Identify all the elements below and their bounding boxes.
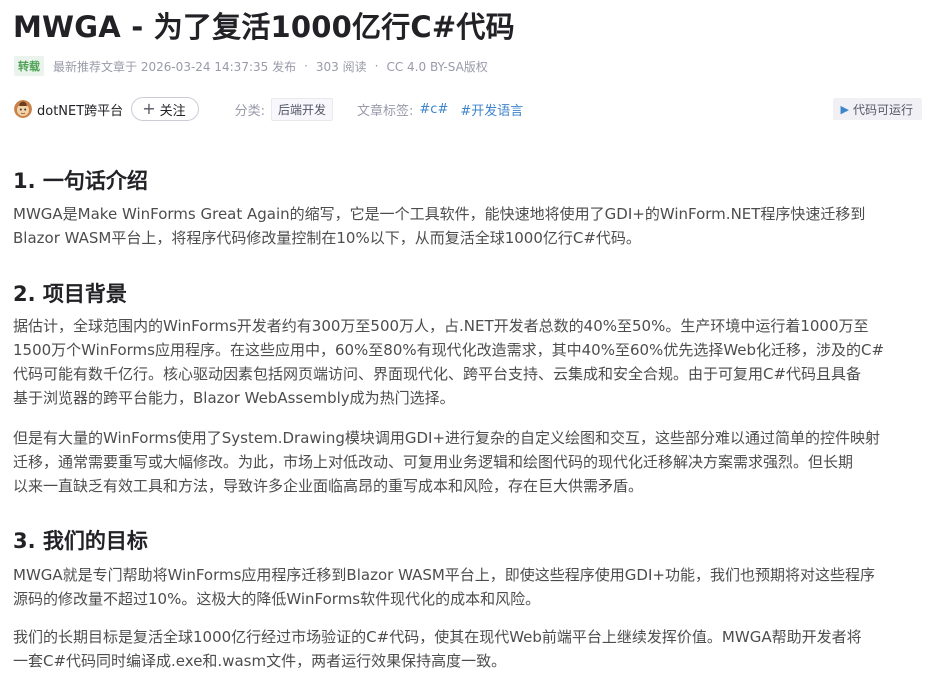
article-page: MWGA - 为了复活1000亿行C#代码 转载 最新推荐文章于 2026-03… bbox=[0, 0, 930, 681]
paragraph-line: 源码的修改量不超过10%。这极大的降低WinForms软件现代化的成本和风险。 bbox=[13, 590, 541, 608]
paragraph-line: Blazor WASM平台上，将程序代码修改量控制在10%以下，从而复活全球10… bbox=[13, 229, 641, 247]
run-code-label: 代码可运行 bbox=[852, 102, 913, 117]
paragraph-line: 迁移，通常需要重写或大幅修改。为此，市场上对低改动、可复用业务逻辑和绘图代码的现… bbox=[13, 453, 854, 471]
meta-separator: · bbox=[374, 59, 379, 73]
paragraph-line: MWGA是Make WinForms Great Again的缩写，它是一个工具… bbox=[13, 205, 866, 223]
follow-button[interactable]: + 关注 bbox=[131, 97, 199, 121]
meta-separator: · bbox=[304, 59, 308, 73]
tags-label: 文章标签: bbox=[357, 103, 414, 119]
read-count: 303 阅读 bbox=[315, 59, 367, 74]
paragraph: MWGA是Make WinForms Great Again的缩写，它是一个工具… bbox=[13, 202, 925, 250]
section-heading: 2. 项目背景 bbox=[13, 282, 127, 306]
tag-dev-language[interactable]: #开发语言 bbox=[460, 100, 523, 119]
paragraph-line: 基于浏览器的跨平台能力，Blazor WebAssembly成为热门选择。 bbox=[13, 389, 455, 407]
author-bar: dotNET跨平台 + 关注 分类: 后端开发 文章标签: #c# #开发语言 … bbox=[14, 96, 922, 122]
paragraph-line: 我们的长期目标是复活全球1000亿行经过市场验证的C#代码，使其在现代Web前端… bbox=[13, 628, 862, 646]
tag-csharp[interactable]: #c# bbox=[419, 102, 448, 117]
paragraph-line: 一套C#代码同时编译成.exe和.wasm文件，两者运行效果保持高度一致。 bbox=[13, 652, 507, 670]
follow-label: 关注 bbox=[159, 103, 186, 119]
license-info[interactable]: CC 4.0 BY-SA版权 bbox=[386, 58, 487, 75]
paragraph: 据估计，全球范围内的WinForms开发者约有300万至500万人，占.NET开… bbox=[13, 314, 925, 410]
plus-icon: + bbox=[142, 99, 156, 118]
publish-info: 最新推荐文章于 2026-03-24 14:37:35 发布 bbox=[53, 59, 297, 74]
repost-badge: 转载 bbox=[14, 56, 44, 76]
author-name[interactable]: dotNET跨平台 bbox=[37, 100, 123, 119]
paragraph-line: 1500万个WinForms应用程序。在这些应用中，60%至80%有现代化改造需… bbox=[13, 341, 885, 359]
paragraph-line: 但是有大量的WinForms使用了System.Drawing模块调用GDI+进… bbox=[13, 429, 881, 447]
play-icon: ▶ bbox=[840, 102, 849, 116]
paragraph: MWGA就是专门帮助将WinForms应用程序迁移到Blazor WASM平台上… bbox=[13, 563, 925, 611]
article-title: MWGA - 为了复活1000亿行C#代码 bbox=[13, 10, 515, 44]
author-avatar[interactable] bbox=[14, 100, 32, 118]
section-heading: 1. 一句话介绍 bbox=[13, 169, 148, 193]
paragraph-line: 据估计，全球范围内的WinForms开发者约有300万至500万人，占.NET开… bbox=[13, 317, 869, 335]
run-code-button[interactable]: ▶ 代码可运行 bbox=[832, 98, 922, 120]
section-heading: 3. 我们的目标 bbox=[13, 529, 148, 553]
article-meta: 转载 最新推荐文章于 2026-03-24 14:37:35 发布 · 303 … bbox=[14, 56, 488, 76]
category-tag[interactable]: 后端开发 bbox=[271, 97, 334, 121]
paragraph-line: MWGA就是专门帮助将WinForms应用程序迁移到Blazor WASM平台上… bbox=[13, 566, 875, 584]
category-label: 分类: bbox=[234, 103, 265, 119]
avatar-icon bbox=[14, 100, 32, 118]
paragraph-line: 代码可能有数千亿行。核心驱动因素包括网页端访问、界面现代化、跨平台支持、云集成和… bbox=[13, 365, 862, 383]
paragraph: 但是有大量的WinForms使用了System.Drawing模块调用GDI+进… bbox=[13, 426, 925, 498]
paragraph: 我们的长期目标是复活全球1000亿行经过市场验证的C#代码，使其在现代Web前端… bbox=[13, 625, 925, 673]
paragraph-line: 以来一直缺乏有效工具和方法，导致许多企业面临高昂的重写成本和风险，存在巨大供需矛… bbox=[13, 477, 644, 495]
